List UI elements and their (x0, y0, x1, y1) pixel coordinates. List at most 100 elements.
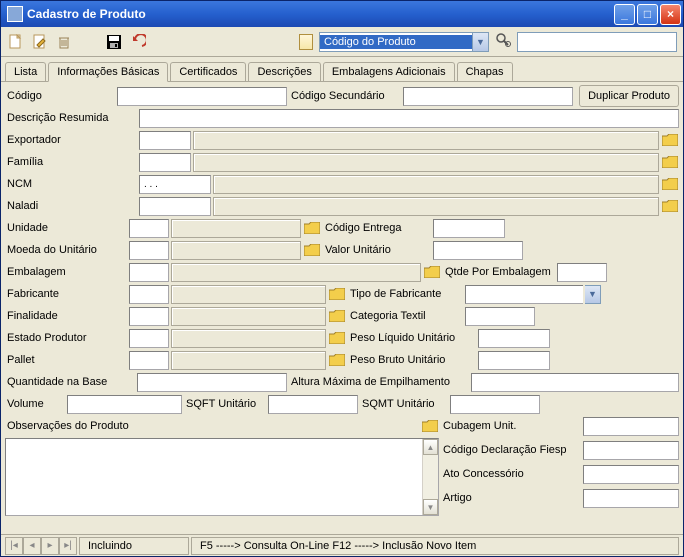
moeda-code-input[interactable] (129, 241, 169, 260)
sqmt-input[interactable] (450, 395, 540, 414)
familia-desc (193, 153, 659, 172)
fabricante-code-input[interactable] (129, 285, 169, 304)
sqmt-label: SQMT Unitário (360, 394, 448, 414)
finalidade-label: Finalidade (5, 306, 127, 326)
obs-textarea[interactable]: ▲ ▼ (5, 438, 439, 516)
ato-label: Ato Concessório (441, 464, 581, 484)
qtde-emb-input[interactable] (557, 263, 607, 282)
cod-entrega-input[interactable] (433, 219, 505, 238)
status-bar: |◂ ◂ ▸ ▸| Incluindo F5 -----> Consulta O… (1, 534, 683, 556)
exportador-code-input[interactable] (139, 131, 191, 150)
alt-max-input[interactable] (471, 373, 679, 392)
moeda-desc (171, 241, 301, 260)
estado-label: Estado Produtor (5, 328, 127, 348)
finalidade-code-input[interactable] (129, 307, 169, 326)
qtd-base-label: Quantidade na Base (5, 372, 135, 392)
duplicar-button[interactable]: Duplicar Produto (579, 85, 679, 107)
moeda-label: Moeda do Unitário (5, 240, 127, 260)
tab-chapas[interactable]: Chapas (457, 62, 513, 81)
titlebar: Cadastro de Produto _ □ × (1, 1, 683, 27)
embalagem-desc (171, 263, 421, 282)
pallet-code-input[interactable] (129, 351, 169, 370)
ato-input[interactable] (583, 465, 679, 484)
unidade-lookup-icon[interactable] (303, 219, 321, 237)
familia-code-input[interactable] (139, 153, 191, 172)
unidade-label: Unidade (5, 218, 127, 238)
delete-icon[interactable] (55, 33, 73, 51)
categoria-input[interactable] (465, 307, 535, 326)
ncm-label: NCM (5, 174, 137, 194)
undo-icon[interactable] (129, 33, 147, 51)
tab-descricoes[interactable]: Descrições (248, 62, 320, 81)
close-button[interactable]: × (660, 4, 681, 25)
tipo-fab-label: Tipo de Fabricante (348, 284, 463, 304)
tipo-fab-arrow-icon[interactable]: ▼ (585, 285, 601, 304)
volume-input[interactable] (67, 395, 182, 414)
embalagem-lookup-icon[interactable] (423, 263, 441, 281)
scroll-up-icon[interactable]: ▲ (423, 439, 438, 455)
minimize-button[interactable]: _ (614, 4, 635, 25)
save-icon[interactable] (105, 33, 123, 51)
cod-entrega-label: Código Entrega (323, 218, 431, 238)
unidade-code-input[interactable] (129, 219, 169, 238)
peso-liq-label: Peso Líquido Unitário (348, 328, 476, 348)
tab-certificados[interactable]: Certificados (170, 62, 246, 81)
peso-liq-input[interactable] (478, 329, 550, 348)
qtd-base-input[interactable] (137, 373, 287, 392)
search-lookup-icon[interactable] (495, 32, 511, 51)
codigo-input[interactable] (117, 87, 287, 106)
embalagem-code-input[interactable] (129, 263, 169, 282)
nav-first-button[interactable]: |◂ (5, 537, 23, 555)
pallet-lookup-icon[interactable] (328, 351, 346, 369)
page-icon (299, 34, 313, 50)
obs-scrollbar[interactable]: ▲ ▼ (422, 439, 438, 515)
codigo-sec-input[interactable] (403, 87, 573, 106)
edit-icon[interactable] (31, 33, 49, 51)
naladi-input[interactable] (139, 197, 211, 216)
peso-bruto-input[interactable] (478, 351, 550, 370)
new-icon[interactable] (7, 33, 25, 51)
ncm-desc (213, 175, 659, 194)
artigo-input[interactable] (583, 489, 679, 508)
scroll-down-icon[interactable]: ▼ (423, 499, 438, 515)
estado-lookup-icon[interactable] (328, 329, 346, 347)
estado-desc (171, 329, 326, 348)
naladi-desc (213, 197, 659, 216)
tab-embalagens[interactable]: Embalagens Adicionais (323, 62, 455, 81)
fabricante-label: Fabricante (5, 284, 127, 304)
search-combo-selection: Código do Produto (320, 35, 472, 49)
combo-arrow-icon[interactable]: ▼ (472, 33, 488, 51)
peso-bruto-label: Peso Bruto Unitário (348, 350, 476, 370)
familia-label: Família (5, 152, 137, 172)
nav-prev-button[interactable]: ◂ (23, 537, 41, 555)
obs-lookup-icon[interactable] (421, 417, 439, 435)
descricao-input[interactable] (139, 109, 679, 128)
finalidade-lookup-icon[interactable] (328, 307, 346, 325)
tabstrip: Lista Informações Básicas Certificados D… (1, 57, 683, 82)
estado-code-input[interactable] (129, 329, 169, 348)
cubagem-input[interactable] (583, 417, 679, 436)
familia-lookup-icon[interactable] (661, 153, 679, 171)
naladi-lookup-icon[interactable] (661, 197, 679, 215)
search-field-combo[interactable]: Código do Produto ▼ (319, 32, 489, 52)
fabricante-lookup-icon[interactable] (328, 285, 346, 303)
status-mode: Incluindo (79, 537, 189, 555)
status-help: F5 -----> Consulta On-Line F12 -----> In… (191, 537, 679, 555)
sqft-input[interactable] (268, 395, 358, 414)
ncm-lookup-icon[interactable] (661, 175, 679, 193)
valor-unit-input[interactable] (433, 241, 523, 260)
app-icon (7, 6, 23, 22)
embalagem-label: Embalagem (5, 262, 127, 282)
tipo-fab-combo[interactable] (465, 285, 583, 304)
maximize-button[interactable]: □ (637, 4, 658, 25)
exportador-lookup-icon[interactable] (661, 131, 679, 149)
fiesp-input[interactable] (583, 441, 679, 460)
tab-informacoes-basicas[interactable]: Informações Básicas (48, 62, 168, 82)
nav-next-button[interactable]: ▸ (41, 537, 59, 555)
tab-lista[interactable]: Lista (5, 62, 46, 81)
search-input[interactable] (517, 32, 677, 52)
ncm-input[interactable]: . . . (139, 175, 211, 194)
app-window: Cadastro de Produto _ □ × Código do Prod… (0, 0, 684, 557)
nav-last-button[interactable]: ▸| (59, 537, 77, 555)
moeda-lookup-icon[interactable] (303, 241, 321, 259)
